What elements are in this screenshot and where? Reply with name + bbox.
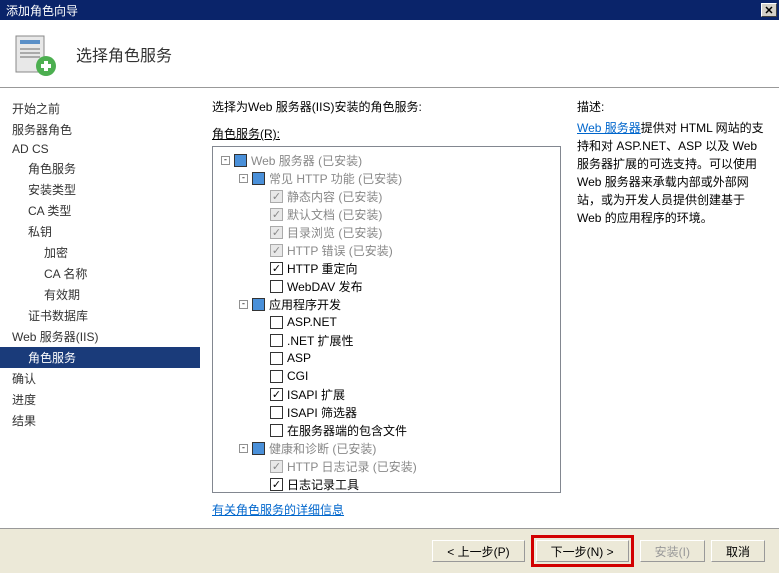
header: 选择角色服务	[0, 20, 779, 88]
tree-node[interactable]: WebDAV 发布	[213, 277, 560, 295]
checkbox[interactable]	[234, 154, 247, 167]
sidebar-item[interactable]: 进度	[0, 389, 200, 410]
checkbox	[270, 460, 283, 473]
tree-node[interactable]: 静态内容 (已安装)	[213, 187, 560, 205]
tree-node[interactable]: ASP.NET	[213, 313, 560, 331]
checkbox[interactable]	[270, 334, 283, 347]
tree-node-label: 目录浏览 (已安装)	[287, 224, 382, 241]
tree-node-label: 默认文档 (已安装)	[287, 206, 382, 223]
checkbox	[270, 226, 283, 239]
checkbox[interactable]	[270, 406, 283, 419]
sidebar-item[interactable]: CA 名称	[0, 263, 200, 284]
tree-node-label: ASP.NET	[287, 315, 337, 329]
checkbox[interactable]	[270, 424, 283, 437]
tree-node-label: Web 服务器 (已安装)	[251, 152, 362, 169]
sidebar-item[interactable]: 证书数据库	[0, 305, 200, 326]
checkbox[interactable]	[270, 352, 283, 365]
tree-node-label: 常见 HTTP 功能 (已安装)	[269, 170, 402, 187]
details-link[interactable]: 有关角色服务的详细信息	[212, 501, 561, 518]
tree-node-label: 日志记录工具	[287, 476, 359, 493]
description-label: 描述:	[577, 98, 767, 115]
tree-node[interactable]: - 应用程序开发	[213, 295, 560, 313]
tree-node-label: ISAPI 筛选器	[287, 404, 357, 421]
sidebar-item[interactable]: 有效期	[0, 284, 200, 305]
tree-node[interactable]: 在服务器端的包含文件	[213, 421, 560, 439]
sidebar-item[interactable]: 加密	[0, 242, 200, 263]
sidebar-item[interactable]: Web 服务器(IIS)	[0, 326, 200, 347]
wizard-icon	[10, 30, 58, 78]
tree-node-label: 应用程序开发	[269, 296, 341, 313]
checkbox	[270, 244, 283, 257]
checkbox	[270, 208, 283, 221]
install-button: 安装(I)	[640, 540, 705, 562]
tree-node[interactable]: .NET 扩展性	[213, 331, 560, 349]
collapse-icon[interactable]: -	[239, 300, 248, 309]
sidebar-item[interactable]: 结果	[0, 410, 200, 431]
role-services-label: 角色服务(R):	[212, 125, 561, 142]
tree-node[interactable]: CGI	[213, 367, 560, 385]
sidebar-item[interactable]: CA 类型	[0, 200, 200, 221]
checkbox[interactable]	[252, 172, 265, 185]
sidebar-item[interactable]: 角色服务	[0, 158, 200, 179]
tree-node-label: HTTP 日志记录 (已安装)	[287, 458, 417, 475]
tree-node-label: CGI	[287, 369, 308, 383]
previous-button[interactable]: < 上一步(P)	[432, 540, 524, 562]
tree-node-label: 健康和诊断 (已安装)	[269, 440, 376, 457]
tree-node-label: .NET 扩展性	[287, 332, 353, 349]
checkbox[interactable]	[270, 370, 283, 383]
titlebar: 添加角色向导 ✕	[0, 0, 779, 20]
tree-node-label: ASP	[287, 351, 311, 365]
sidebar-item[interactable]: AD CS	[0, 140, 200, 158]
description-text: Web 服务器提供对 HTML 网站的支持和对 ASP.NET、ASP 以及 W…	[577, 119, 767, 227]
tree-node[interactable]: - 健康和诊断 (已安装)	[213, 439, 560, 457]
tree-node[interactable]: - Web 服务器 (已安装)	[213, 151, 560, 169]
sidebar-item[interactable]: 服务器角色	[0, 119, 200, 140]
checkbox[interactable]	[270, 478, 283, 491]
checkbox[interactable]	[270, 280, 283, 293]
window-title: 添加角色向导	[2, 2, 761, 19]
tree-node-label: 静态内容 (已安装)	[287, 188, 382, 205]
tree-node-label: 在服务器端的包含文件	[287, 422, 407, 439]
tree-node-label: HTTP 错误 (已安装)	[287, 242, 393, 259]
collapse-icon[interactable]: -	[221, 156, 230, 165]
tree-node[interactable]: ASP	[213, 349, 560, 367]
sidebar-item[interactable]: 角色服务	[0, 347, 200, 368]
sidebar-item[interactable]: 开始之前	[0, 98, 200, 119]
tree-node-label: ISAPI 扩展	[287, 386, 345, 403]
next-button[interactable]: 下一步(N) >	[536, 540, 629, 562]
checkbox[interactable]	[270, 262, 283, 275]
tree-node[interactable]: ISAPI 筛选器	[213, 403, 560, 421]
sidebar: 开始之前服务器角色AD CS角色服务安装类型CA 类型私钥加密CA 名称有效期证…	[0, 88, 200, 528]
tree-node[interactable]: 默认文档 (已安装)	[213, 205, 560, 223]
checkbox[interactable]	[252, 442, 265, 455]
cancel-button[interactable]: 取消	[711, 540, 765, 562]
footer: < 上一步(P) 下一步(N) > 安装(I) 取消	[0, 528, 779, 573]
tree-node-label: WebDAV 发布	[287, 278, 363, 295]
tree-node[interactable]: HTTP 重定向	[213, 259, 560, 277]
checkbox[interactable]	[270, 316, 283, 329]
tree-node[interactable]: - 常见 HTTP 功能 (已安装)	[213, 169, 560, 187]
description-link[interactable]: Web 服务器	[577, 121, 641, 135]
sidebar-item[interactable]: 安装类型	[0, 179, 200, 200]
next-button-highlight: 下一步(N) >	[531, 535, 634, 567]
checkbox[interactable]	[270, 388, 283, 401]
tree-node[interactable]: 目录浏览 (已安装)	[213, 223, 560, 241]
tree-node[interactable]: ISAPI 扩展	[213, 385, 560, 403]
checkbox[interactable]	[252, 298, 265, 311]
tree-node-label: HTTP 重定向	[287, 260, 357, 277]
collapse-icon[interactable]: -	[239, 174, 248, 183]
role-services-tree[interactable]: -Web 服务器 (已安装)-常见 HTTP 功能 (已安装)静态内容 (已安装…	[212, 146, 561, 493]
tree-node[interactable]: 日志记录工具	[213, 475, 560, 493]
sidebar-item[interactable]: 确认	[0, 368, 200, 389]
page-title: 选择角色服务	[76, 42, 172, 66]
tree-node[interactable]: HTTP 错误 (已安装)	[213, 241, 560, 259]
sidebar-item[interactable]: 私钥	[0, 221, 200, 242]
close-button[interactable]: ✕	[761, 3, 777, 17]
collapse-icon[interactable]: -	[239, 444, 248, 453]
tree-node[interactable]: HTTP 日志记录 (已安装)	[213, 457, 560, 475]
instruction-text: 选择为Web 服务器(IIS)安装的角色服务:	[212, 98, 561, 115]
checkbox	[270, 190, 283, 203]
